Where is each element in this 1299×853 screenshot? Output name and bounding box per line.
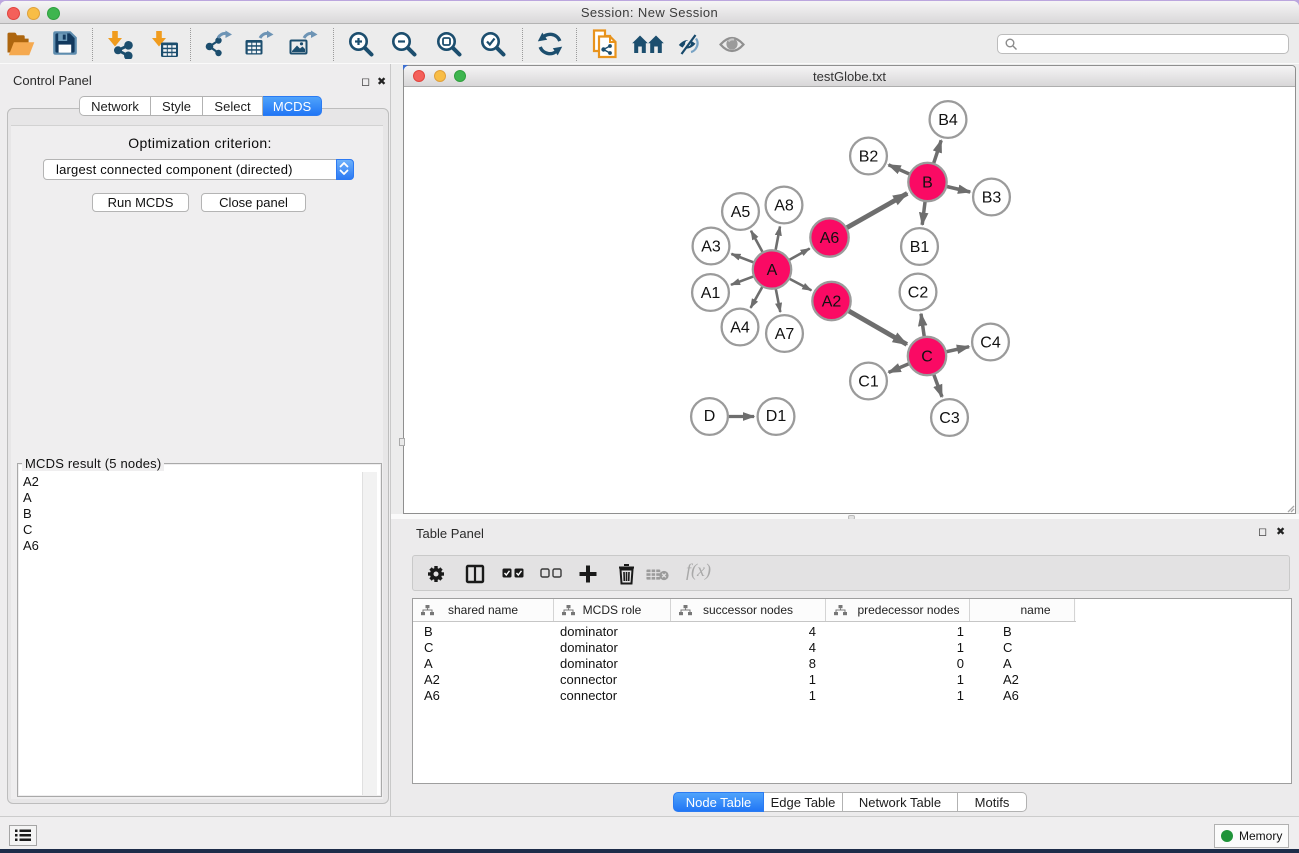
svg-text:C2: C2 xyxy=(908,285,929,302)
svg-text:A: A xyxy=(767,262,778,279)
svg-text:A3: A3 xyxy=(701,239,721,256)
svg-text:B3: B3 xyxy=(982,190,1002,207)
svg-text:B4: B4 xyxy=(938,112,958,129)
svg-text:A1: A1 xyxy=(701,285,721,302)
svg-text:A8: A8 xyxy=(774,198,794,215)
svg-text:B: B xyxy=(922,175,933,192)
svg-text:B1: B1 xyxy=(910,239,930,256)
svg-text:A6: A6 xyxy=(820,230,840,247)
svg-text:A5: A5 xyxy=(731,204,751,221)
svg-text:C4: C4 xyxy=(980,335,1001,352)
svg-text:B2: B2 xyxy=(859,149,879,166)
svg-text:A2: A2 xyxy=(822,294,842,311)
svg-text:C: C xyxy=(921,349,933,366)
svg-text:C3: C3 xyxy=(939,410,960,427)
svg-text:D: D xyxy=(704,408,716,425)
svg-text:A7: A7 xyxy=(775,326,795,343)
svg-text:A4: A4 xyxy=(730,320,750,337)
svg-text:D1: D1 xyxy=(766,408,787,425)
svg-text:C1: C1 xyxy=(858,374,879,391)
